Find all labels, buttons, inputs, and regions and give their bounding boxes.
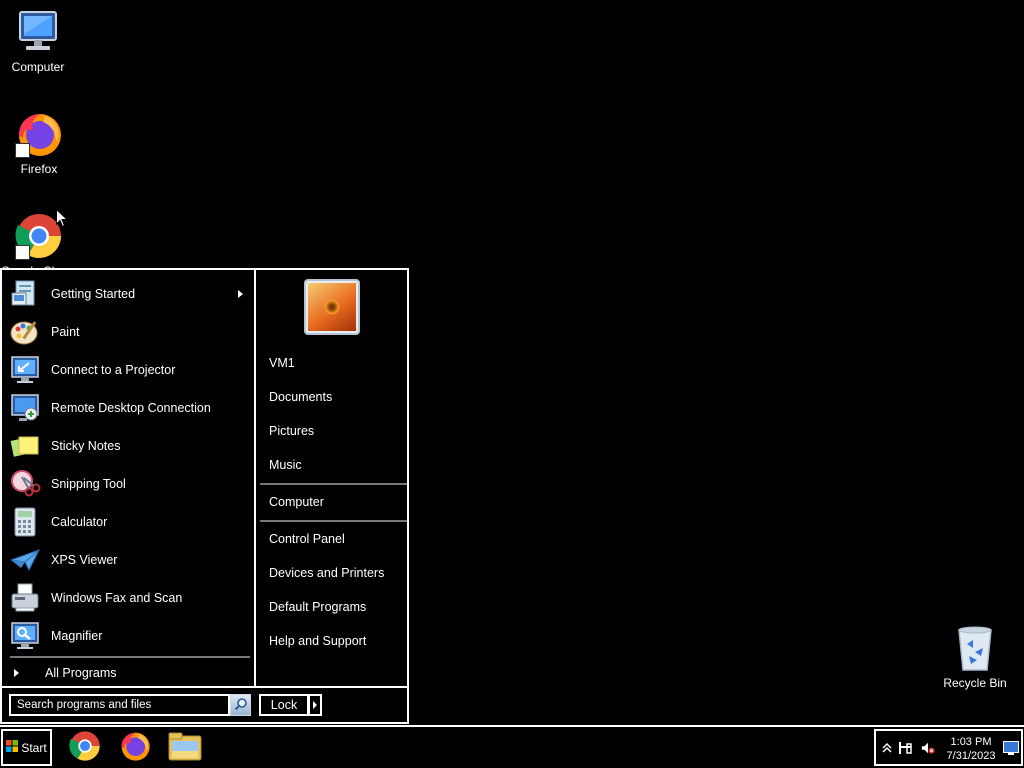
program-connect-projector[interactable]: Connect to a Projector [6,352,251,388]
place-music[interactable]: Music [262,451,407,479]
chevron-right-icon [313,701,317,709]
desktop-label-recycle-bin: Recycle Bin [943,676,1007,690]
sticky-notes-icon [8,430,42,462]
windows-logo-icon [6,740,19,755]
magnifier-icon [8,620,42,652]
program-label: Getting Started [51,287,136,301]
start-label: Start [21,740,47,755]
lock-label: Lock [270,698,298,712]
shutdown-options-button[interactable] [308,694,322,716]
chrome-icon [69,730,101,765]
network-icon[interactable] [898,741,912,755]
programs-separator [10,656,250,658]
volume-muted-icon[interactable] [921,741,935,755]
projector-icon [8,354,42,386]
desktop-icon-computer[interactable]: Computer [0,8,76,74]
place-pictures[interactable]: Pictures [262,417,407,445]
xps-viewer-icon [8,544,42,576]
shortcut-arrow-icon [15,143,30,158]
desktop-label-computer: Computer [11,60,65,74]
clock-date: 7/31/2023 [946,750,996,762]
place-label: Computer [269,495,324,509]
program-snipping-tool[interactable]: Snipping Tool [6,466,251,502]
place-label: Control Panel [269,532,345,546]
clock[interactable]: 1:03 PM 7/31/2023 [940,735,1002,763]
program-fax-scan[interactable]: Windows Fax and Scan [6,580,251,616]
program-sticky-notes[interactable]: Sticky Notes [6,428,251,464]
program-label: Paint [51,325,80,339]
place-label: VM1 [269,356,295,370]
places-separator [260,483,407,485]
calculator-icon [8,506,42,538]
program-label: Calculator [51,515,108,529]
clock-time: 1:03 PM [950,736,992,748]
place-label: Help and Support [269,634,367,648]
program-label: Windows Fax and Scan [51,591,183,605]
desktop-label-firefox: Firefox [20,162,58,176]
place-label: Pictures [269,424,315,438]
program-label: Remote Desktop Connection [51,401,211,415]
chevron-right-icon [14,669,19,677]
snipping-tool-icon [8,468,42,500]
program-label: XPS Viewer [51,553,118,567]
desktop-icon-firefox[interactable]: Firefox [1,110,77,176]
desktop-icon-recycle-bin[interactable]: Recycle Bin [937,624,1013,690]
place-label: Music [269,458,302,472]
place-computer[interactable]: Computer [262,488,407,516]
show-desktop-button[interactable] [1003,741,1019,755]
taskbar-chrome-button[interactable] [63,729,107,766]
mouse-pointer-icon [56,208,69,231]
program-paint[interactable]: Paint [6,314,251,350]
place-label: Documents [269,390,333,404]
start-button[interactable]: Start [1,729,52,766]
place-devices-printers[interactable]: Devices and Printers [262,559,407,587]
search-input[interactable] [9,694,230,716]
file-explorer-icon [168,731,202,764]
show-hidden-icons-button[interactable] [880,741,894,755]
program-calculator[interactable]: Calculator [6,504,251,540]
submenu-arrow-icon [238,290,243,298]
getting-started-icon [8,278,42,310]
program-label: Connect to a Projector [51,363,176,377]
place-default-programs[interactable]: Default Programs [262,593,407,621]
place-label: Default Programs [269,600,367,614]
flower-icon [324,299,340,315]
start-menu-column-divider [254,270,256,686]
start-menu-places-pane: VM1 Documents Pictures Music Computer Co… [258,270,407,686]
search-button[interactable] [230,694,251,716]
all-programs-button[interactable]: All Programs [10,662,250,684]
place-documents[interactable]: Documents [262,383,407,411]
search-icon [234,697,248,714]
start-menu-programs-pane: Getting Started Paint Connect to a Proje… [2,270,255,686]
firefox-icon [119,730,151,765]
computer-icon [14,8,62,56]
program-label: Sticky Notes [51,439,121,453]
remote-desktop-icon [8,392,42,424]
place-help-support[interactable]: Help and Support [262,627,407,655]
program-getting-started[interactable]: Getting Started [6,276,251,312]
place-control-panel[interactable]: Control Panel [262,525,407,553]
taskbar-firefox-button[interactable] [113,729,157,766]
notification-area: 1:03 PM 7/31/2023 [874,729,1023,766]
place-user-folder[interactable]: VM1 [262,349,407,377]
user-picture-avatar[interactable] [304,279,360,335]
fax-scan-icon [8,582,42,614]
recycle-bin-icon [951,624,999,672]
program-magnifier[interactable]: Magnifier [6,618,251,654]
program-xps-viewer[interactable]: XPS Viewer [6,542,251,578]
place-label: Devices and Printers [269,566,385,580]
shortcut-arrow-icon [15,245,30,260]
program-label: Magnifier [51,629,103,643]
taskbar-file-explorer-button[interactable] [163,729,207,766]
taskbar: Start 1:03 PM 7/31/2023 [0,725,1024,768]
start-menu: Getting Started Paint Connect to a Proje… [0,268,409,724]
places-separator [260,520,407,522]
lock-button[interactable]: Lock [259,694,309,716]
all-programs-label: All Programs [45,666,117,680]
paint-icon [8,316,42,348]
program-remote-desktop[interactable]: Remote Desktop Connection [6,390,251,426]
start-menu-bottom-separator [2,686,407,688]
program-label: Snipping Tool [51,477,126,491]
firefox-icon [15,110,63,158]
